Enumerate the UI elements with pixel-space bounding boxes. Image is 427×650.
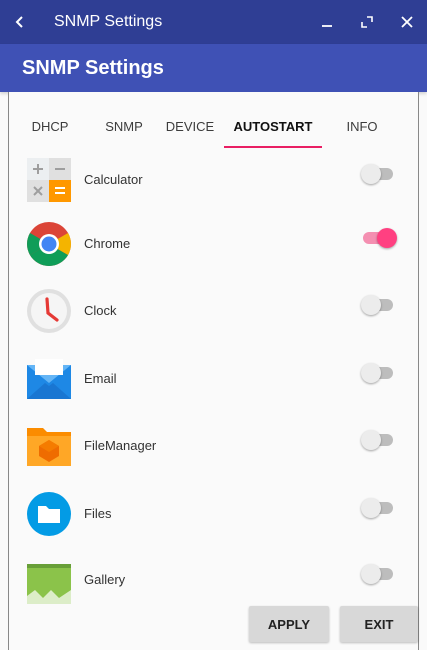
app-label: Chrome [84, 236, 131, 251]
tab-snmp[interactable]: SNMP [93, 106, 155, 146]
window-title: SNMP Settings [54, 13, 163, 30]
autostart-toggle-clock[interactable] [361, 293, 395, 315]
tab-dhcp[interactable]: DHCP [19, 106, 81, 146]
app-label: Calculator [84, 172, 143, 187]
app-row-chrome: Chrome [9, 212, 420, 278]
tab-device[interactable]: DEVICE [159, 106, 221, 146]
tab-bar: DHCP SNMP DEVICE AUTOSTART INFO [9, 106, 420, 148]
minimize-button[interactable] [307, 0, 347, 44]
app-label: Clock [84, 303, 117, 318]
email-icon [25, 355, 73, 403]
tab-label: SNMP [105, 118, 143, 134]
tab-info[interactable]: INFO [337, 106, 387, 146]
autostart-toggle-files[interactable] [361, 496, 395, 518]
apply-label: APPLY [267, 616, 311, 632]
app-bar: SNMP Settings [0, 44, 427, 92]
tab-label: AUTOSTART [233, 118, 313, 134]
app-row-filemanager: FileManager [9, 414, 420, 480]
window-titlebar: SNMP Settings [0, 0, 427, 44]
app-row-gallery: Gallery [9, 548, 420, 614]
close-button[interactable] [387, 0, 427, 44]
app-label: Email [84, 371, 117, 386]
chevron-left-icon [15, 16, 23, 28]
tab-label: INFO [346, 118, 378, 134]
app-label: Files [84, 506, 112, 521]
back-button[interactable] [0, 0, 40, 44]
file-manager-icon [25, 422, 73, 470]
clock-icon [25, 287, 73, 335]
minimize-icon [322, 25, 332, 27]
autostart-toggle-gallery[interactable] [361, 562, 395, 584]
app-row-email: Email [9, 347, 420, 413]
app-row-files: Files [9, 482, 420, 548]
chrome-icon [25, 220, 73, 268]
app-row-calculator: Calculator [9, 148, 420, 214]
exit-button[interactable]: EXIT [340, 606, 418, 642]
autostart-toggle-calculator[interactable] [361, 162, 395, 184]
close-icon [401, 16, 413, 28]
tab-label: DHCP [31, 118, 69, 134]
tab-label: DEVICE [165, 118, 215, 134]
autostart-toggle-filemanager[interactable] [361, 428, 395, 450]
app-bar-title: SNMP Settings [22, 56, 164, 79]
files-icon [25, 490, 73, 538]
restore-icon [361, 16, 373, 28]
calculator-icon [25, 156, 73, 204]
gallery-icon [25, 556, 73, 604]
restore-button[interactable] [347, 0, 387, 44]
settings-content: DHCP SNMP DEVICE AUTOSTART INFO Calculat… [8, 92, 419, 650]
app-label: FileManager [84, 438, 157, 453]
app-label: Gallery [84, 572, 126, 587]
autostart-toggle-email[interactable] [361, 361, 395, 383]
apply-button[interactable]: APPLY [249, 606, 329, 642]
autostart-toggle-chrome[interactable] [361, 226, 397, 248]
tab-autostart[interactable]: AUTOSTART [224, 106, 322, 146]
app-row-clock: Clock [9, 279, 420, 345]
exit-label: EXIT [364, 616, 394, 632]
